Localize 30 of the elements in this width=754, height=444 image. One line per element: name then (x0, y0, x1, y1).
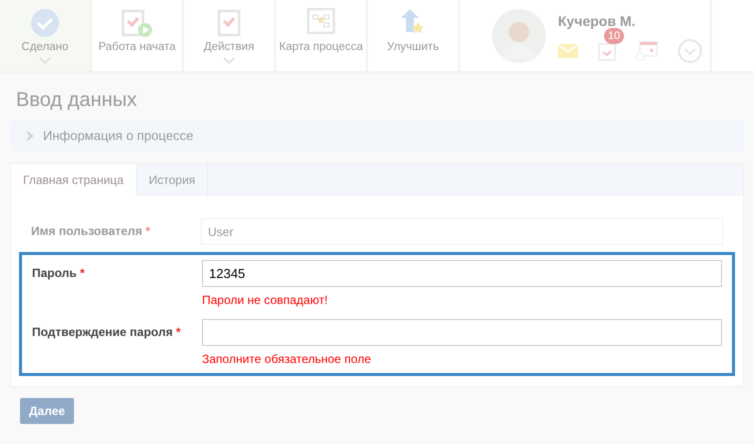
error-message: Заполните обязательное поле (202, 351, 372, 368)
user-name: Кучеров М. (558, 12, 636, 28)
field-label: Подтверждение пароля * (32, 324, 182, 341)
page-title: Ввод данных (15, 88, 138, 113)
info-bar[interactable]: Информация о процессе (10, 120, 744, 151)
input-field[interactable]: 12345 (202, 260, 722, 287)
input-field[interactable] (202, 319, 722, 346)
mail-icon[interactable] (558, 44, 578, 58)
toolbar-button[interactable]: Работа начата (92, 0, 182, 71)
toolbar-button[interactable]: Действия (184, 0, 274, 71)
chevron-icon (26, 130, 34, 140)
dropdown-circle-icon[interactable] (678, 38, 702, 62)
count-badge: 10 (604, 28, 624, 44)
tab[interactable]: Главная страница (11, 164, 137, 196)
toolbar-button[interactable]: Сделано (0, 0, 90, 71)
error-message: Пароли не совпадают! (202, 292, 329, 309)
next-button[interactable]: Далее (20, 398, 74, 424)
tab[interactable]: История (136, 164, 208, 196)
clipboard-icon (217, 8, 241, 38)
check-icon (30, 8, 60, 38)
toolbar-button[interactable]: Улучшить (368, 0, 458, 71)
task-icon[interactable] (598, 40, 616, 60)
avatar (492, 8, 546, 62)
info-bar-label: Информация о процессе (43, 128, 194, 143)
input-field[interactable]: User (201, 218, 723, 245)
calendar-icon[interactable] (636, 40, 658, 60)
field-label: Имя пользователя * (31, 223, 152, 240)
clipboard-play-icon (121, 8, 153, 38)
toolbar-button[interactable]: Карта процесса (276, 0, 366, 71)
field-label: Пароль * (32, 265, 86, 282)
